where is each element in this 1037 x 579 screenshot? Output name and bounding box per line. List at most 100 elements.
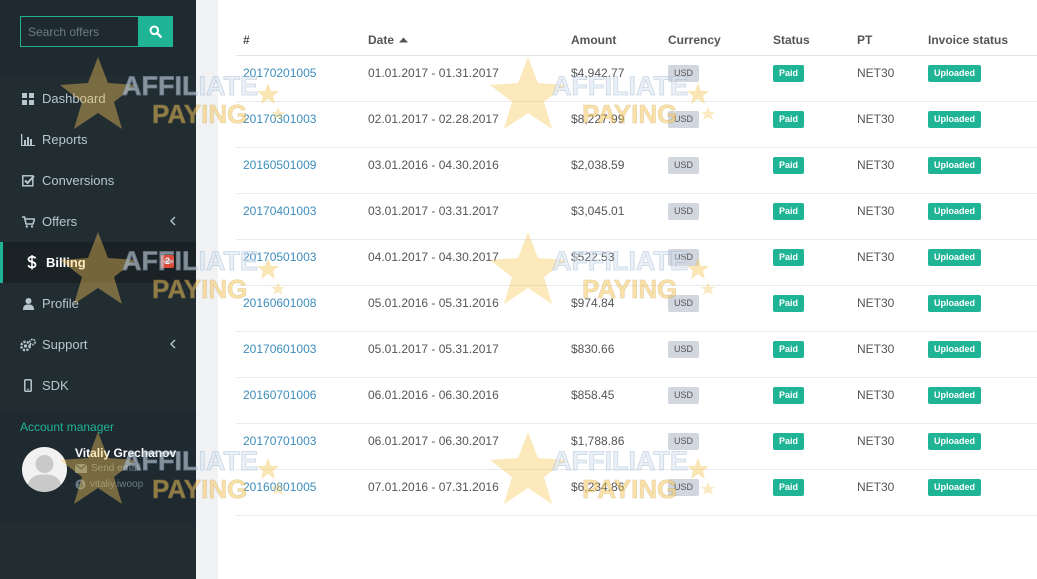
search-input[interactable] <box>20 16 139 47</box>
sidebar-item-label: Profile <box>42 296 79 311</box>
invoice-id-link[interactable]: 20160601008 <box>243 296 316 310</box>
send-email-link[interactable]: Send email <box>75 463 141 474</box>
status-badge: Paid <box>773 433 805 450</box>
period-cell: 05.01.2017 - 05.31.2017 <box>368 342 499 356</box>
status-badge: Paid <box>773 111 805 128</box>
table-header: # Date Amount Currency Status PT Invoice… <box>236 24 1037 56</box>
envelope-icon <box>75 464 87 473</box>
table-row: 20170701003 06.01.2017 - 06.30.2017 $1,788… <box>236 424 1037 470</box>
amount-cell: $2,038.59 <box>571 158 625 172</box>
chevron-left-icon <box>168 338 178 350</box>
invoice-status-badge: Uploaded <box>928 157 982 174</box>
invoice-id-link[interactable]: 20160701006 <box>243 388 316 402</box>
column-header-pt[interactable]: PT <box>857 33 872 47</box>
dashboard-icon <box>20 91 36 107</box>
period-cell: 07.01.2016 - 07.31.2016 <box>368 480 499 494</box>
sidebar-item-label: Support <box>42 337 88 352</box>
sidebar-item-sdk[interactable]: SDK <box>0 365 196 406</box>
period-cell: 05.01.2016 - 05.31.2016 <box>368 296 499 310</box>
invoice-id-link[interactable]: 20160501009 <box>243 158 316 172</box>
invoice-status-badge: Uploaded <box>928 479 982 496</box>
skype-link[interactable]: S vitaliy.iwoop <box>75 479 143 490</box>
currency-badge: USD <box>668 111 700 128</box>
account-manager-panel: Account manager Vitaliy Grechanov Send e… <box>0 411 196 522</box>
amount-cell: $1,788.86 <box>571 434 625 448</box>
mobile-icon <box>20 378 36 394</box>
currency-badge: USD <box>668 65 700 82</box>
table-row: 20170201005 01.01.2017 - 01.31.2017 $4,942… <box>236 56 1037 102</box>
column-header-invoice-status[interactable]: Invoice status <box>928 33 1008 47</box>
sidebar-item-conversions[interactable]: Conversions <box>0 160 196 201</box>
payment-terms-cell: NET30 <box>857 158 895 172</box>
column-header-amount[interactable]: Amount <box>571 33 616 47</box>
status-badge: Paid <box>773 65 805 82</box>
period-cell: 04.01.2017 - 04.30.2017 <box>368 250 499 264</box>
invoice-id-link[interactable]: 20160801005 <box>243 480 316 494</box>
sidebar-item-dashboard[interactable]: Dashboard <box>0 78 196 119</box>
bar-chart-icon <box>20 132 36 148</box>
billing-table: # Date Amount Currency Status PT Invoice… <box>236 24 1037 516</box>
invoice-status-badge: Uploaded <box>928 203 982 220</box>
invoice-id-link[interactable]: 20170401003 <box>243 204 316 218</box>
check-square-icon <box>20 173 36 189</box>
invoice-id-link[interactable]: 20170301003 <box>243 112 316 126</box>
table-row: 20170501003 04.01.2017 - 04.30.2017 $522.5… <box>236 240 1037 286</box>
amount-cell: $858.45 <box>571 388 615 402</box>
send-email-label: Send email <box>91 463 142 474</box>
column-header-currency[interactable]: Currency <box>668 33 721 47</box>
payment-terms-cell: NET30 <box>857 388 895 402</box>
invoice-status-badge: Uploaded <box>928 387 982 404</box>
status-badge: Paid <box>773 203 805 220</box>
billing-count-badge: 2 <box>161 255 175 268</box>
sidebar-item-profile[interactable]: Profile <box>0 283 196 324</box>
sidebar-item-support[interactable]: Support <box>0 324 196 365</box>
currency-badge: USD <box>668 433 700 450</box>
amount-cell: $8,227.99 <box>571 112 625 126</box>
svg-text:S: S <box>78 480 84 489</box>
invoice-id-link[interactable]: 20170701003 <box>243 434 316 448</box>
period-cell: 02.01.2017 - 02.28.2017 <box>368 112 499 126</box>
table-row: 20170401003 03.01.2017 - 03.31.2017 $3,045… <box>236 194 1037 240</box>
payment-terms-cell: NET30 <box>857 250 895 264</box>
status-badge: Paid <box>773 157 805 174</box>
currency-badge: USD <box>668 203 700 220</box>
amount-cell: $522.53 <box>571 250 615 264</box>
sidebar-item-label: Conversions <box>42 173 115 188</box>
amount-cell: $3,045.01 <box>571 204 625 218</box>
invoice-status-badge: Uploaded <box>928 295 982 312</box>
invoice-status-badge: Uploaded <box>928 65 982 82</box>
chevron-left-icon <box>168 215 178 227</box>
invoice-id-link[interactable]: 20170501003 <box>243 250 316 264</box>
sidebar-item-offers[interactable]: Offers <box>0 201 196 242</box>
period-cell: 03.01.2016 - 04.30.2016 <box>368 158 499 172</box>
column-header-label: Date <box>368 33 395 47</box>
currency-badge: USD <box>668 341 700 358</box>
user-icon <box>20 296 36 312</box>
amount-cell: $4,942.77 <box>571 66 625 80</box>
manager-name: Vitaliy Grechanov <box>75 446 177 460</box>
sidebar-item-label: Offers <box>42 214 78 229</box>
column-header-date[interactable]: Date <box>368 33 409 47</box>
payment-terms-cell: NET30 <box>857 204 895 218</box>
sidebar: Dashboard Reports Conversions Offers <box>0 0 196 579</box>
payment-terms-cell: NET30 <box>857 66 895 80</box>
table-row: 20160801005 07.01.2016 - 07.31.2016 $6,234… <box>236 470 1037 516</box>
invoice-status-badge: Uploaded <box>928 341 982 358</box>
status-badge: Paid <box>773 295 805 312</box>
cogs-icon <box>20 337 36 353</box>
amount-cell: $6,234.86 <box>571 480 625 494</box>
cart-icon <box>20 214 36 230</box>
payment-terms-cell: NET30 <box>857 112 895 126</box>
search-button[interactable] <box>138 16 173 47</box>
user-silhouette-icon <box>27 455 62 492</box>
currency-badge: USD <box>668 249 700 266</box>
column-header-id[interactable]: # <box>243 33 250 47</box>
invoice-id-link[interactable]: 20170201005 <box>243 66 316 80</box>
invoice-status-badge: Uploaded <box>928 433 982 450</box>
amount-cell: $830.66 <box>571 342 615 356</box>
column-header-status[interactable]: Status <box>773 33 810 47</box>
sidebar-item-billing[interactable]: Billing 2 <box>0 242 196 283</box>
invoice-id-link[interactable]: 20170601003 <box>243 342 316 356</box>
sidebar-item-reports[interactable]: Reports <box>0 119 196 160</box>
period-cell: 03.01.2017 - 03.31.2017 <box>368 204 499 218</box>
